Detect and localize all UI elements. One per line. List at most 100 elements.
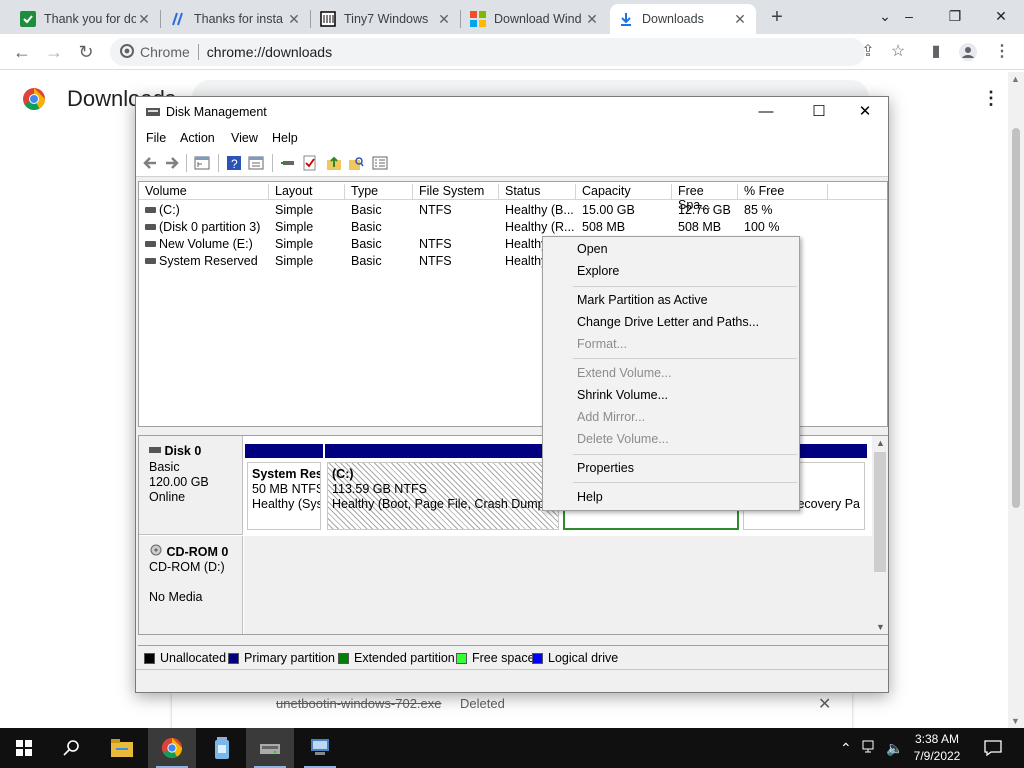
scroll-down-icon[interactable]: ▼ [876, 622, 885, 632]
tab-downloads[interactable]: Downloads ✕ [610, 4, 756, 34]
network-icon[interactable] [862, 740, 878, 757]
tab-tiny7-windows[interactable]: Tiny7 Windows ✕ [312, 4, 460, 34]
menu-item-shrink-volume[interactable]: Shrink Volume... [577, 388, 668, 402]
divider [186, 154, 187, 172]
address-bar[interactable]: Chrome chrome://downloads [110, 38, 865, 66]
close-window-button[interactable]: ✕ [978, 3, 1024, 29]
search-folder-icon[interactable] [348, 155, 364, 171]
column-header-layout[interactable]: Layout [269, 184, 345, 200]
reload-icon[interactable]: ↻ [74, 40, 98, 64]
column-header-percent-free[interactable]: % Free [738, 184, 828, 200]
windows-start-icon[interactable] [0, 728, 48, 768]
maximize-button[interactable]: ☐ [799, 101, 839, 123]
forward-arrow-icon[interactable]: → [42, 40, 66, 64]
restore-button[interactable]: ❐ [932, 3, 978, 29]
scroll-thumb[interactable] [874, 452, 886, 572]
menu-file[interactable]: File [146, 131, 166, 145]
minimize-button[interactable]: — [746, 101, 786, 123]
forward-arrow-icon[interactable] [164, 155, 180, 171]
system-clock[interactable]: 3:38 AM 7/9/2022 [890, 731, 984, 765]
column-header-file-system[interactable]: File System [413, 184, 499, 200]
column-header-capacity[interactable]: Capacity [576, 184, 672, 200]
close-window-button[interactable]: ✕ [845, 101, 885, 123]
partition-c[interactable]: (C:) 113.59 GB NTFS Healthy (Boot, Page … [325, 444, 561, 532]
disk-management-taskbar-icon[interactable] [246, 728, 294, 768]
tab-download-windows[interactable]: Download Wind ✕ [462, 4, 608, 34]
menu-item-delete-volume[interactable]: Delete Volume... [577, 432, 669, 446]
up-folder-icon[interactable] [326, 155, 342, 171]
partition-system-reserved[interactable]: System Res 50 MB NTFS Healthy (Sys [245, 444, 323, 532]
scroll-down-icon[interactable]: ▼ [1011, 716, 1020, 726]
window-titlebar[interactable]: Disk Management — ☐ ✕ [136, 97, 888, 127]
computer-management-icon[interactable] [296, 728, 344, 768]
app-bottle-icon[interactable] [198, 728, 246, 768]
volume-name: (Disk 0 partition 3) [159, 220, 261, 234]
share-icon[interactable]: ⇪ [858, 42, 878, 62]
graph-scrollbar[interactable]: ▲ ▼ [872, 436, 888, 634]
disk-0-label[interactable]: Disk 0 Basic 120.00 GB Online [139, 436, 243, 535]
connect-icon[interactable] [280, 155, 296, 171]
scroll-up-icon[interactable]: ▲ [876, 438, 885, 448]
cdrom-empty-area[interactable] [244, 536, 872, 634]
options-icon[interactable] [372, 155, 388, 171]
bookmark-star-icon[interactable]: ☆ [888, 42, 908, 62]
menu-item-change-drive-letter[interactable]: Change Drive Letter and Paths... [577, 315, 759, 329]
menu-item-explore[interactable]: Explore [577, 264, 619, 278]
partition-body-selected: (C:) 113.59 GB NTFS Healthy (Boot, Page … [327, 462, 559, 530]
clock-date: 7/9/2022 [913, 749, 961, 763]
menu-bar: File Action View Help [136, 127, 888, 149]
menu-kebab-icon[interactable]: ⋮ [982, 88, 1000, 109]
close-icon[interactable]: ✕ [732, 11, 748, 28]
status-bar [136, 669, 888, 692]
table-row[interactable]: (C:) Simple Basic NTFS Healthy (B... 15.… [139, 202, 887, 219]
primary-partition-bar [245, 444, 323, 458]
help-icon[interactable]: ? [226, 155, 242, 171]
scroll-up-icon[interactable]: ▲ [1011, 74, 1020, 84]
scroll-thumb[interactable] [1012, 128, 1020, 508]
new-tab-button[interactable]: + [766, 6, 788, 28]
menu-item-help[interactable]: Help [577, 490, 603, 504]
column-header-status[interactable]: Status [499, 184, 576, 200]
download-filename[interactable]: unetbootin-windows-702.exe [276, 696, 442, 711]
chevron-up-icon[interactable]: ⌃ [840, 740, 852, 757]
clock-time: 3:38 AM [914, 732, 960, 746]
menu-item-mark-active[interactable]: Mark Partition as Active [577, 293, 708, 307]
menu-item-extend-volume[interactable]: Extend Volume... [577, 366, 672, 380]
file-explorer-icon[interactable] [98, 728, 146, 768]
menu-item-properties[interactable]: Properties [577, 461, 634, 475]
menu-item-add-mirror[interactable]: Add Mirror... [577, 410, 645, 424]
tab-thank-you-for-downloading[interactable]: Thank you for do ✕ [12, 4, 160, 34]
minimize-button[interactable]: – [886, 3, 932, 29]
column-header-free-space[interactable]: Free Spa... [672, 184, 738, 212]
menu-item-open[interactable]: Open [577, 242, 608, 256]
menu-help[interactable]: Help [272, 131, 298, 145]
cdrom-0-label[interactable]: CD-ROM 0 CD-ROM (D:) No Media [139, 536, 243, 634]
close-icon[interactable]: ✕ [286, 11, 302, 28]
menu-view[interactable]: View [231, 131, 258, 145]
column-header-volume[interactable]: Volume [139, 184, 269, 200]
search-icon[interactable] [48, 728, 96, 768]
close-icon[interactable]: ✕ [584, 11, 600, 28]
volume-status: Healthy (B... [505, 203, 574, 217]
column-header-type[interactable]: Type [345, 184, 413, 200]
back-arrow-icon[interactable] [142, 155, 158, 171]
tab-thanks-for-installing[interactable]: Thanks for insta ✕ [162, 4, 310, 34]
menu-item-format[interactable]: Format... [577, 337, 627, 351]
properties-list-icon[interactable] [248, 155, 264, 171]
close-icon[interactable]: ✕ [818, 694, 831, 714]
page-scrollbar[interactable]: ▲ ▼ [1008, 72, 1024, 728]
menu-action[interactable]: Action [180, 131, 215, 145]
back-arrow-icon[interactable]: ← [10, 40, 34, 64]
chrome-taskbar-icon[interactable] [148, 728, 196, 768]
show-hide-console-tree-icon[interactable] [194, 155, 210, 171]
close-icon[interactable]: ✕ [136, 11, 152, 28]
drive-icon [145, 258, 156, 264]
close-icon[interactable]: ✕ [436, 11, 452, 28]
notifications-icon[interactable] [984, 740, 1002, 759]
side-panel-icon[interactable]: ▮ [926, 42, 946, 62]
profile-avatar-icon[interactable] [958, 42, 978, 62]
table-row[interactable]: (Disk 0 partition 3) Simple Basic Health… [139, 219, 887, 236]
column-headers: Volume Layout Type File System Status Ca… [139, 182, 887, 212]
menu-kebab-icon[interactable]: ⋮ [992, 42, 1012, 62]
check-list-icon[interactable] [302, 155, 318, 171]
